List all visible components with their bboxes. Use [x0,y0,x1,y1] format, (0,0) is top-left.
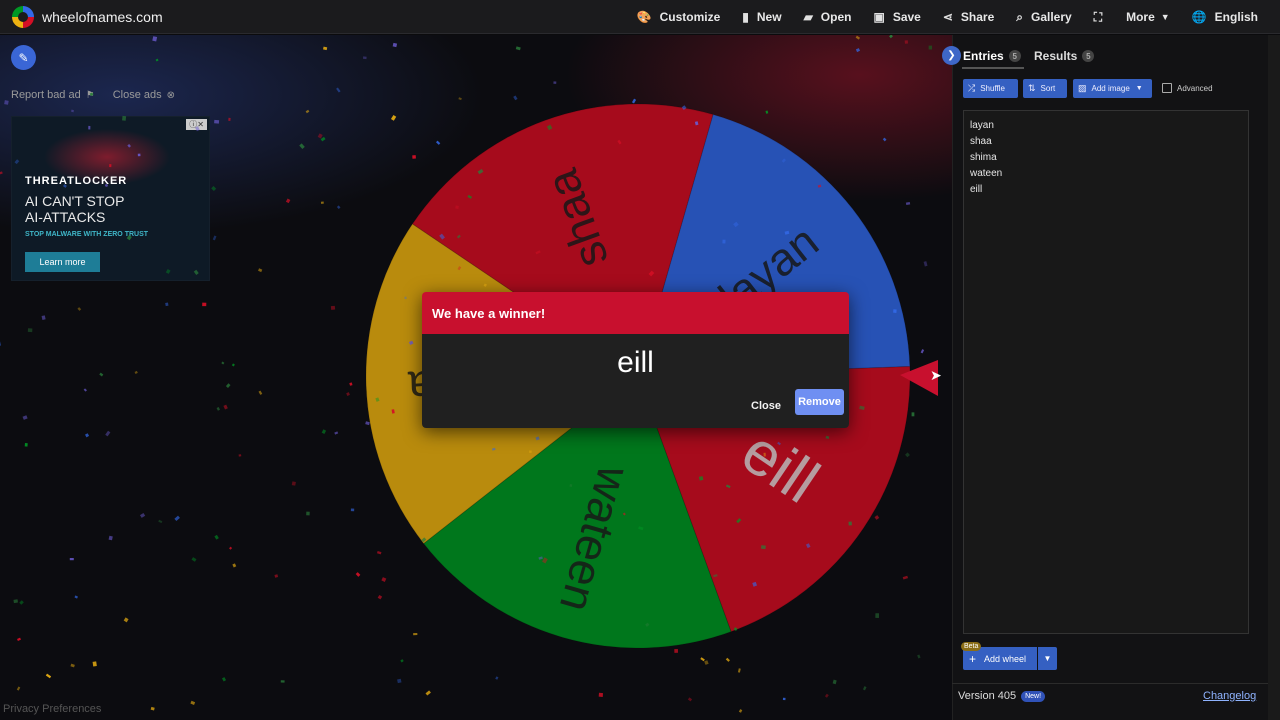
image-icon: ▨ [1078,83,1087,93]
add-wheel-dropdown[interactable]: ▼ [1038,647,1057,670]
winner-dialog: We have a winner! eill Close Remove [422,292,849,428]
winner-dialog-body: eill Close Remove [422,334,849,428]
wheel-logo-icon [12,5,34,28]
fullscreen-icon: ⛶ [1093,9,1103,24]
chevron-down-icon: ▼ [1043,654,1052,663]
nav-menu: 🎨 Customize ▮ New ▰ Open ▣ Save ⋖ Share … [637,0,1280,34]
share-icon: ⋖ [942,10,953,24]
report-ad-link[interactable]: Report bad ad ⚑ [11,89,95,101]
privacy-preferences-link[interactable]: Privacy Preferences [3,703,101,715]
nav-label: Gallery [1031,10,1072,24]
nav-label: Customize [659,10,721,24]
ad-controls: Report bad ad ⚑ Close ads ⊗ [11,89,193,101]
advanced-checkbox[interactable] [1162,83,1172,93]
pencil-icon: ✎ [18,50,29,65]
chevron-down-icon: ▼ [1160,12,1170,22]
floppy-disk-icon: ▣ [873,10,885,24]
close-ads-label: Close ads [112,89,162,101]
ad-headline-line: AI-ATTACKS [25,209,106,225]
version-info: Version 405 New! [958,690,1046,702]
active-tab-indicator [962,67,1024,69]
fullscreen-button[interactable]: ⛶ [1094,10,1110,25]
divider [952,683,1268,684]
collapse-panel-button[interactable]: ❯ [942,46,961,65]
nav-label: More [1126,10,1155,24]
palette-icon: 🎨 [636,10,652,24]
remove-button[interactable]: Remove [795,389,844,415]
nav-share[interactable]: ⋖ Share [943,10,994,24]
nav-gallery[interactable]: ⌕ Gallery [1016,10,1071,25]
add-image-label: Add image [1091,84,1130,93]
new-badge: New! [1021,690,1046,702]
entry-line: layan [970,120,994,131]
entries-count-badge: 5 [1008,50,1021,62]
entry-line: wateen [970,168,1003,179]
tab-label: Entries [963,49,1004,63]
nav-label: Open [820,10,852,24]
mouse-cursor-icon: ➤ [930,367,942,383]
tab-results[interactable]: Results 5 [1034,49,1095,63]
shuffle-label: Shuffle [980,84,1005,93]
nav-label: English [1214,10,1258,24]
file-icon: ▮ [742,10,749,24]
ad-choices-icon[interactable]: ⓘ✕ [186,119,207,130]
globe-icon: 🌐 [1191,10,1207,24]
advanced-label: Advanced [1177,83,1213,93]
folder-open-icon: ▰ [803,10,813,24]
plus-icon: + [969,651,977,666]
nav-label: Share [960,10,995,24]
entry-line: eill [970,184,983,195]
nav-customize[interactable]: 🎨 Customize [637,10,721,24]
changelog-link[interactable]: Changelog [1203,690,1256,702]
advanced-toggle[interactable]: Advanced [1162,83,1213,93]
report-ad-label: Report bad ad [11,89,81,101]
brand[interactable]: wheelofnames.com [12,5,163,28]
winner-dialog-title: We have a winner! [422,292,849,334]
close-circle-icon: ⊗ [166,89,175,101]
nav-label: New [756,10,782,24]
beta-badge: Beta [961,642,982,651]
entries-textarea[interactable]: layan shaa shima wateen eill [963,110,1249,634]
shuffle-icon: ⤮ [968,83,976,93]
tab-entries[interactable]: Entries 5 [963,49,1021,63]
sort-button[interactable]: ⇅ Sort [1023,79,1067,98]
add-image-button[interactable]: ▨ Add image ▼ [1073,79,1152,98]
ad-learn-more-button[interactable]: Learn more [25,252,100,272]
results-count-badge: 5 [1082,50,1095,62]
nav-save[interactable]: ▣ Save [873,10,920,24]
entry-line: shaa [970,136,992,147]
sort-label: Sort [1040,84,1056,93]
chevron-right-icon: ❯ [947,50,956,61]
search-icon: ⌕ [1016,9,1023,24]
close-ads-link[interactable]: Close ads ⊗ [113,89,175,101]
add-wheel-label: Add wheel [984,653,1027,664]
nav-more[interactable]: More ▼ [1126,10,1170,24]
ad-subtitle: STOP MALWARE WITH ZERO TRUST [25,231,149,238]
top-navbar: wheelofnames.com 🎨 Customize ▮ New ▰ Ope… [0,0,1280,34]
edit-wheel-button[interactable]: ✎ [11,45,36,70]
ad-headline: AI CAN'T STOP AI-ATTACKS [25,193,124,225]
nav-new[interactable]: ▮ New [742,10,781,24]
ad-headline-line: AI CAN'T STOP [25,193,125,209]
flag-icon: ⚑ [85,89,95,101]
nav-language[interactable]: 🌐 English [1192,10,1258,24]
winner-name: eill [617,346,654,379]
entry-line: shima [970,152,997,163]
nav-label: Save [892,10,921,24]
sort-icon: ⇅ [1028,83,1036,93]
version-label: Version 405 [958,690,1017,702]
nav-open[interactable]: ▰ Open [804,10,852,24]
shuffle-button[interactable]: ⤮ Shuffle [963,79,1018,98]
scrollbar[interactable] [1268,35,1280,720]
chevron-down-icon: ▼ [1135,85,1143,92]
ad-brand: THREATLOCKER [25,175,128,187]
tab-label: Results [1034,49,1078,63]
close-button[interactable]: Close [751,400,781,412]
site-name: wheelofnames.com [42,8,163,25]
advertisement[interactable]: ⓘ✕ THREATLOCKER AI CAN'T STOP AI-ATTACKS… [11,116,210,281]
